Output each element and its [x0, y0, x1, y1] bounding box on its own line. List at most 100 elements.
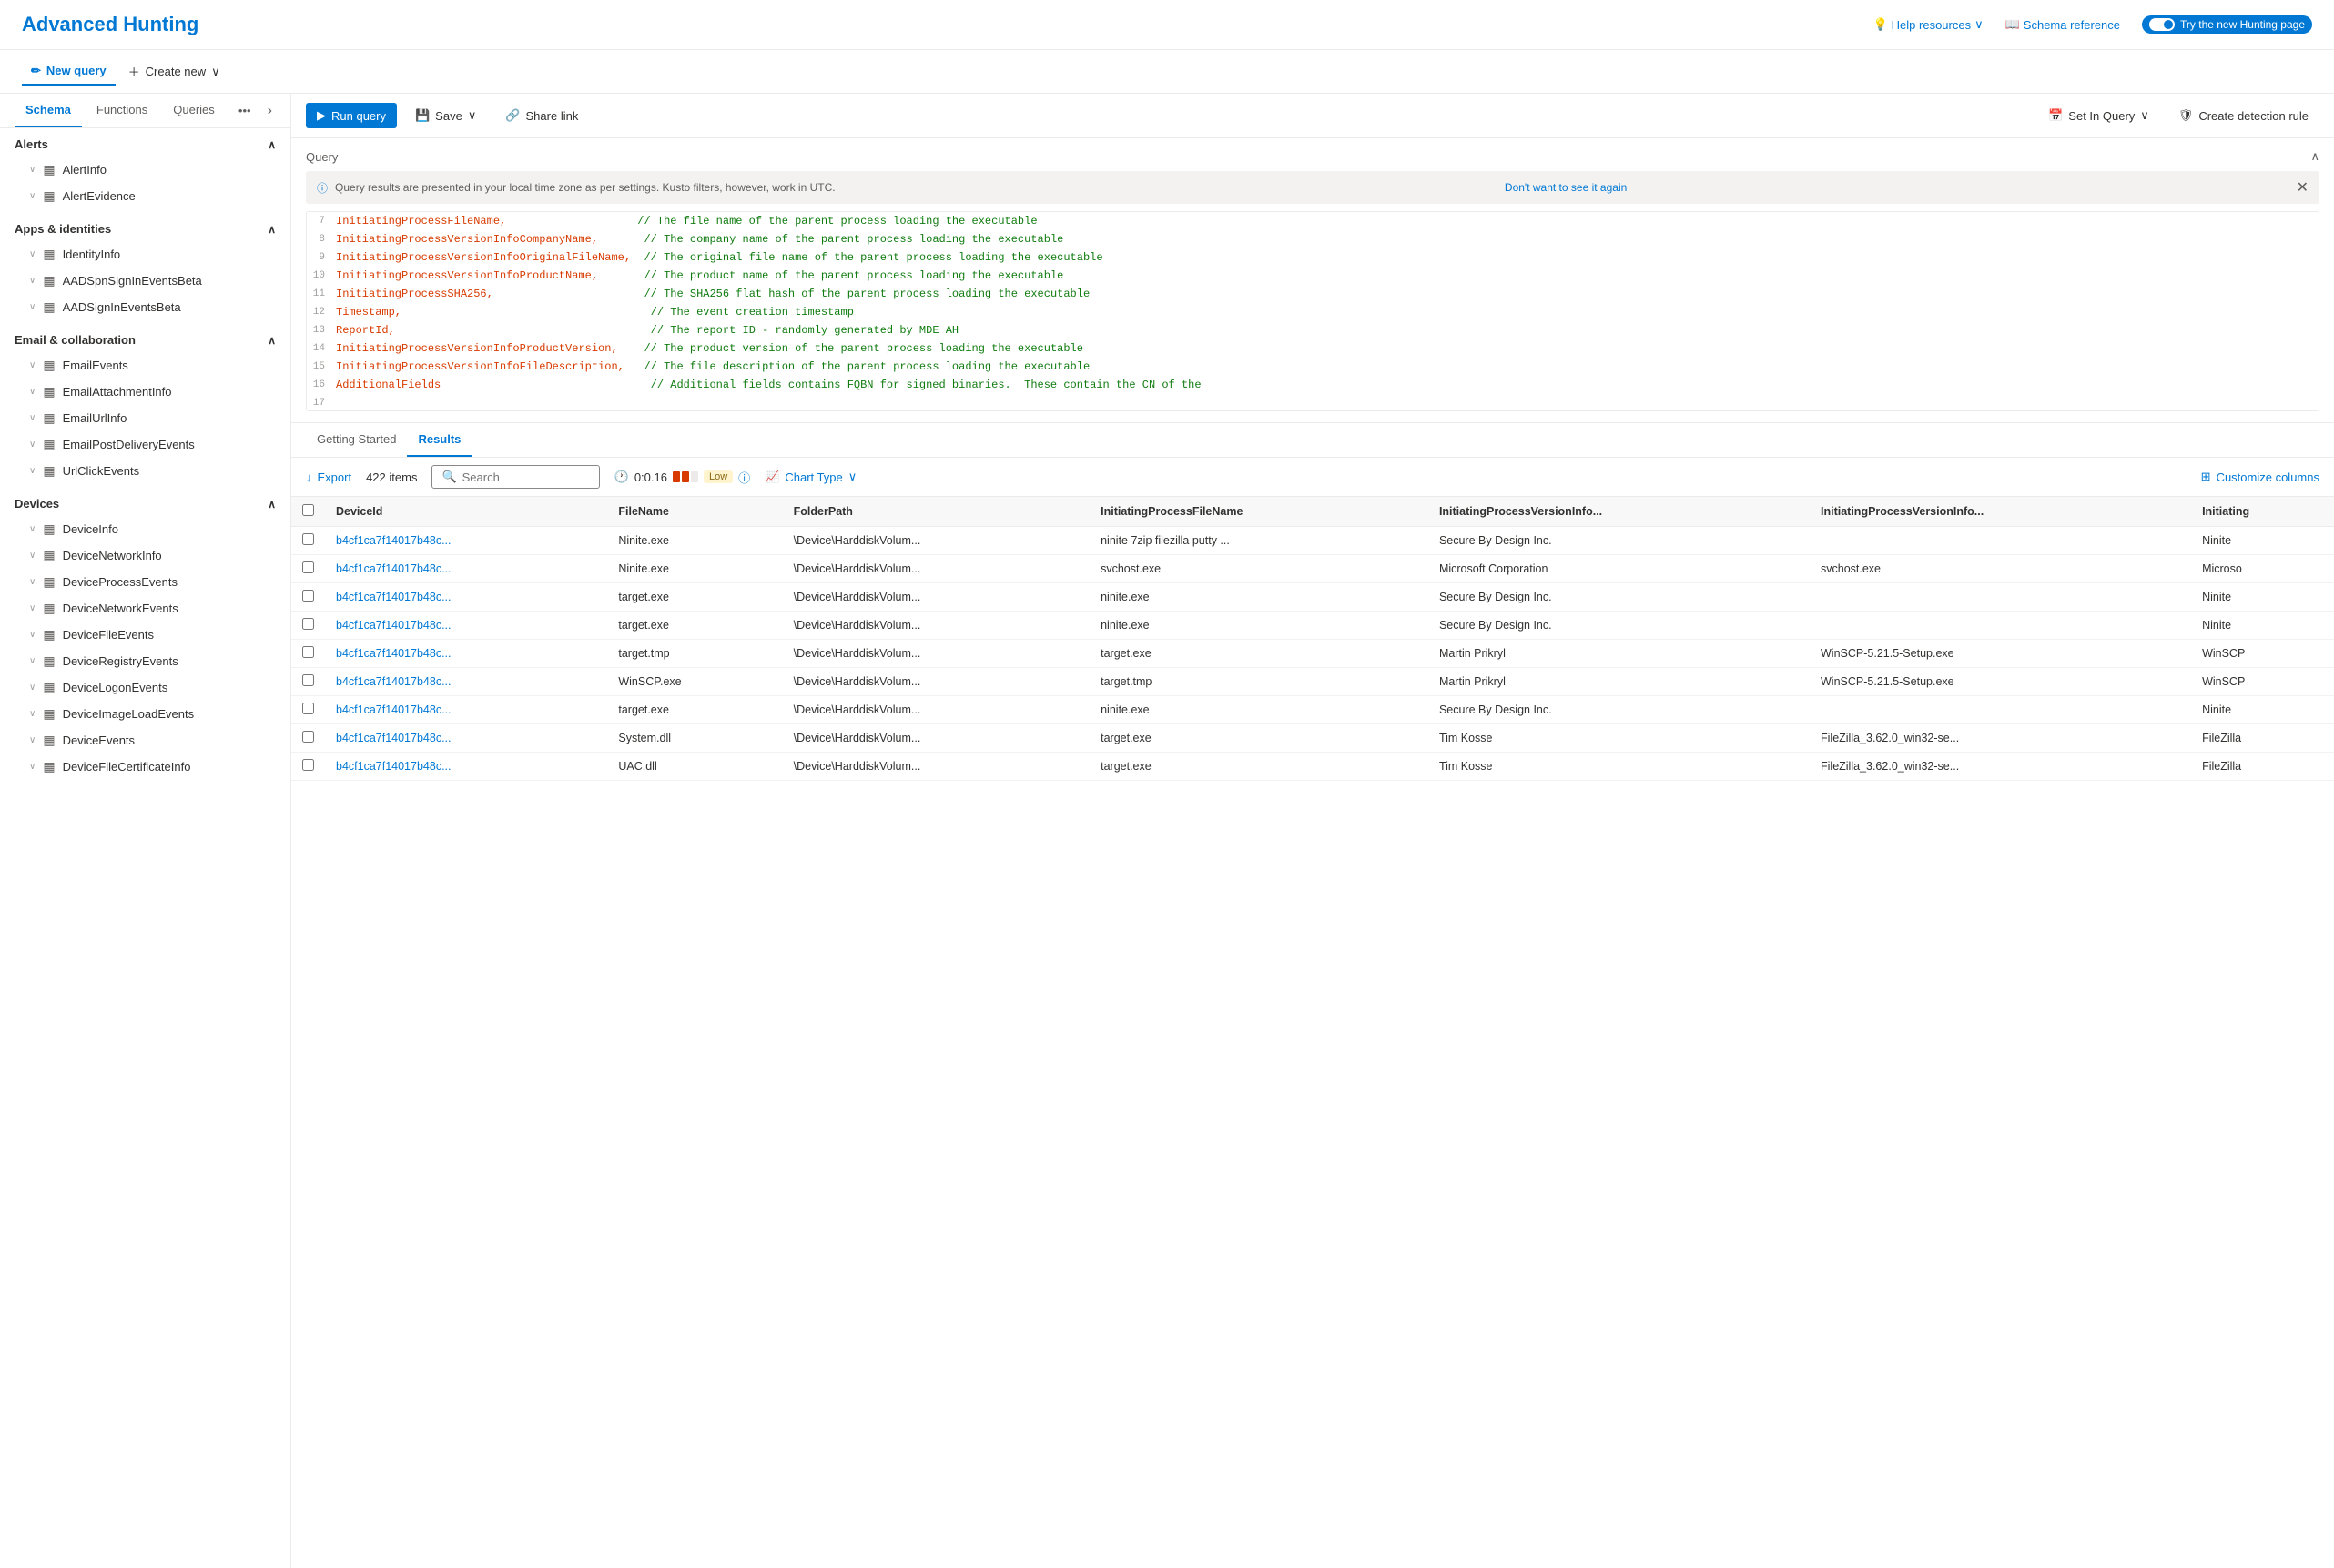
expand-icon: ∨ [29, 709, 36, 719]
customize-columns-button[interactable]: ⊞ Customize columns [2201, 470, 2319, 484]
code-line-7: 7 InitiatingProcessFileName, // The file… [307, 212, 2319, 230]
collapse-query-icon[interactable]: ∧ [2310, 149, 2319, 164]
cell-deviceid: b4cf1ca7f14017b48c... [325, 753, 607, 781]
deviceid-link[interactable]: b4cf1ca7f14017b48c... [336, 534, 452, 547]
table-icon: ▦ [43, 759, 55, 774]
cell-col7: Ninite [2191, 696, 2334, 724]
table-row: b4cf1ca7f14017b48c... target.exe \Device… [291, 583, 2334, 612]
sidebar-item-urlclickevents[interactable]: ∨ ▦ UrlClickEvents ⋮ [0, 458, 290, 484]
deviceid-link[interactable]: b4cf1ca7f14017b48c... [336, 675, 452, 688]
sidebar-item-aad[interactable]: ∨ ▦ AADSignInEventsBeta ⋮ [0, 294, 290, 320]
sidebar-item-emailattachmentinfo[interactable]: ∨ ▦ EmailAttachmentInfo ⋮ [0, 379, 290, 405]
row-checkbox[interactable] [302, 590, 314, 602]
sidebar-item-emailevents[interactable]: ∨ ▦ EmailEvents ⋮ [0, 352, 290, 379]
sidebar-more-button[interactable]: ••• [233, 95, 257, 126]
cell-folderpath: \Device\HarddiskVolum... [783, 724, 1090, 753]
row-checkbox[interactable] [302, 759, 314, 771]
deviceid-link[interactable]: b4cf1ca7f14017b48c... [336, 732, 452, 744]
sidebar-section-email-header[interactable]: Email & collaboration ∧ [0, 324, 290, 352]
sidebar-section-devices-header[interactable]: Devices ∧ [0, 488, 290, 516]
sidebar-item-deviceinfo[interactable]: ∨ ▦ DeviceInfo ⋮ [0, 516, 290, 542]
sidebar-item-alertevidence[interactable]: ∨ ▦ AlertEvidence ⋮ [0, 183, 290, 209]
deviceid-link[interactable]: b4cf1ca7f14017b48c... [336, 760, 452, 773]
tab-functions[interactable]: Functions [86, 94, 158, 127]
deviceid-link[interactable]: b4cf1ca7f14017b48c... [336, 619, 452, 632]
row-checkbox[interactable] [302, 703, 314, 714]
cell-filename: WinSCP.exe [607, 668, 782, 696]
row-checkbox[interactable] [302, 646, 314, 658]
sidebar-item-aadspn[interactable]: ∨ ▦ AADSpnSignInEventsBeta ⋮ [0, 268, 290, 294]
close-icon[interactable]: ✕ [2297, 178, 2309, 197]
new-query-button[interactable]: ✏ New query [22, 58, 116, 86]
sidebar-item-alertinfo[interactable]: ∨ ▦ AlertInfo ⋮ [0, 157, 290, 183]
sidebar-item-devicenetworkinfo[interactable]: ∨ ▦ DeviceNetworkInfo ⋮ [0, 542, 290, 569]
row-checkbox[interactable] [302, 731, 314, 743]
sidebar-item-deviceimageloadevents[interactable]: ∨ ▦ DeviceImageLoadEvents ⋮ [0, 701, 290, 727]
search-icon: 🔍 [441, 470, 456, 484]
perf-bar-2 [682, 471, 689, 482]
sidebar-section-alerts-header[interactable]: Alerts ∧ [0, 128, 290, 157]
deviceid-link[interactable]: b4cf1ca7f14017b48c... [336, 562, 452, 575]
run-query-button[interactable]: ▶ Run query [306, 103, 397, 128]
sidebar-item-devicefileevents[interactable]: ∨ ▦ DeviceFileEvents ⋮ [0, 622, 290, 648]
plus-icon: ＋ [128, 63, 140, 80]
sidebar-item-deviceregistryevents[interactable]: ∨ ▦ DeviceRegistryEvents ⋮ [0, 648, 290, 674]
set-in-query-button[interactable]: 📅 Set In Query ∨ [2037, 103, 2160, 128]
tab-results[interactable]: Results [407, 423, 472, 457]
cell-col5: Secure By Design Inc. [1428, 612, 1810, 640]
table-icon: ▦ [43, 733, 55, 748]
chevron-down-icon: ∨ [468, 108, 477, 123]
run-query-toolbar: ▶ Run query 💾 Save ∨ 🔗 Share link 📅 Set … [291, 94, 2334, 138]
sidebar-item-deviceprocessevents[interactable]: ∨ ▦ DeviceProcessEvents ⋮ [0, 569, 290, 595]
sidebar-item-identityinfo[interactable]: ∨ ▦ IdentityInfo ⋮ [0, 241, 290, 268]
deviceid-link[interactable]: b4cf1ca7f14017b48c... [336, 591, 452, 603]
table-row: b4cf1ca7f14017b48c... target.exe \Device… [291, 612, 2334, 640]
sidebar-collapse-button[interactable]: › [264, 99, 276, 123]
help-resources-link[interactable]: 💡 Help resources ∨ [1872, 17, 1983, 32]
cell-col6: WinSCP-5.21.5-Setup.exe [1810, 668, 2191, 696]
cell-folderpath: \Device\HarddiskVolum... [783, 696, 1090, 724]
row-checkbox[interactable] [302, 561, 314, 573]
row-checkbox[interactable] [302, 618, 314, 630]
sidebar-item-devicenetworkevents[interactable]: ∨ ▦ DeviceNetworkEvents ⋮ [0, 595, 290, 622]
tab-queries[interactable]: Queries [162, 94, 226, 127]
sidebar-item-devicefilecertificateinfo[interactable]: ∨ ▦ DeviceFileCertificateInfo ⋮ [0, 754, 290, 780]
results-search-box[interactable]: 🔍 [431, 465, 599, 489]
dismiss-button[interactable]: Don't want to see it again [1505, 181, 1627, 194]
tab-getting-started[interactable]: Getting Started [306, 423, 407, 457]
cell-filename: target.exe [607, 696, 782, 724]
create-detection-rule-button[interactable]: 🛡 Create detection rule [2167, 103, 2319, 128]
select-all-checkbox[interactable] [302, 504, 314, 516]
search-input[interactable] [462, 470, 590, 484]
export-button[interactable]: ↓ Export [306, 470, 351, 484]
expand-icon: ∨ [29, 466, 36, 476]
create-new-button[interactable]: ＋ Create new ∨ [119, 57, 229, 86]
table-row: b4cf1ca7f14017b48c... Ninite.exe \Device… [291, 527, 2334, 555]
chart-type-button[interactable]: 📈 Chart Type ∨ [765, 470, 857, 484]
schema-reference-link[interactable]: 📖 Schema reference [2005, 17, 2120, 32]
cell-col6: WinSCP-5.21.5-Setup.exe [1810, 640, 2191, 668]
sidebar-item-emailurlinfo[interactable]: ∨ ▦ EmailUrlInfo ⋮ [0, 405, 290, 431]
code-editor[interactable]: 7 InitiatingProcessFileName, // The file… [306, 211, 2319, 411]
table-icon: ▦ [43, 247, 55, 262]
sidebar-item-label: EmailAttachmentInfo [63, 385, 257, 399]
chevron-down-icon: ∨ [2140, 108, 2149, 123]
row-checkbox[interactable] [302, 674, 314, 686]
deviceid-link[interactable]: b4cf1ca7f14017b48c... [336, 703, 452, 716]
col-filename: FileName [607, 497, 782, 527]
cell-col5: Secure By Design Inc. [1428, 696, 1810, 724]
deviceid-link[interactable]: b4cf1ca7f14017b48c... [336, 647, 452, 660]
sidebar-item-emailpostdelivery[interactable]: ∨ ▦ EmailPostDeliveryEvents ⋮ [0, 431, 290, 458]
query-section-label: Query [306, 150, 338, 164]
save-button[interactable]: 💾 Save ∨ [404, 103, 487, 128]
row-checkbox[interactable] [302, 533, 314, 545]
pencil-icon: ✏ [31, 64, 41, 78]
sidebar-item-devicelogonevents[interactable]: ∨ ▦ DeviceLogonEvents ⋮ [0, 674, 290, 701]
tab-schema[interactable]: Schema [15, 94, 82, 127]
sidebar-section-apps-header[interactable]: Apps & identities ∧ [0, 213, 290, 241]
try-new-toggle[interactable]: Try the new Hunting page [2142, 15, 2312, 34]
cell-col6 [1810, 583, 2191, 612]
table-icon: ▦ [43, 548, 55, 563]
share-link-button[interactable]: 🔗 Share link [494, 103, 589, 128]
sidebar-item-deviceevents[interactable]: ∨ ▦ DeviceEvents ⋮ [0, 727, 290, 754]
